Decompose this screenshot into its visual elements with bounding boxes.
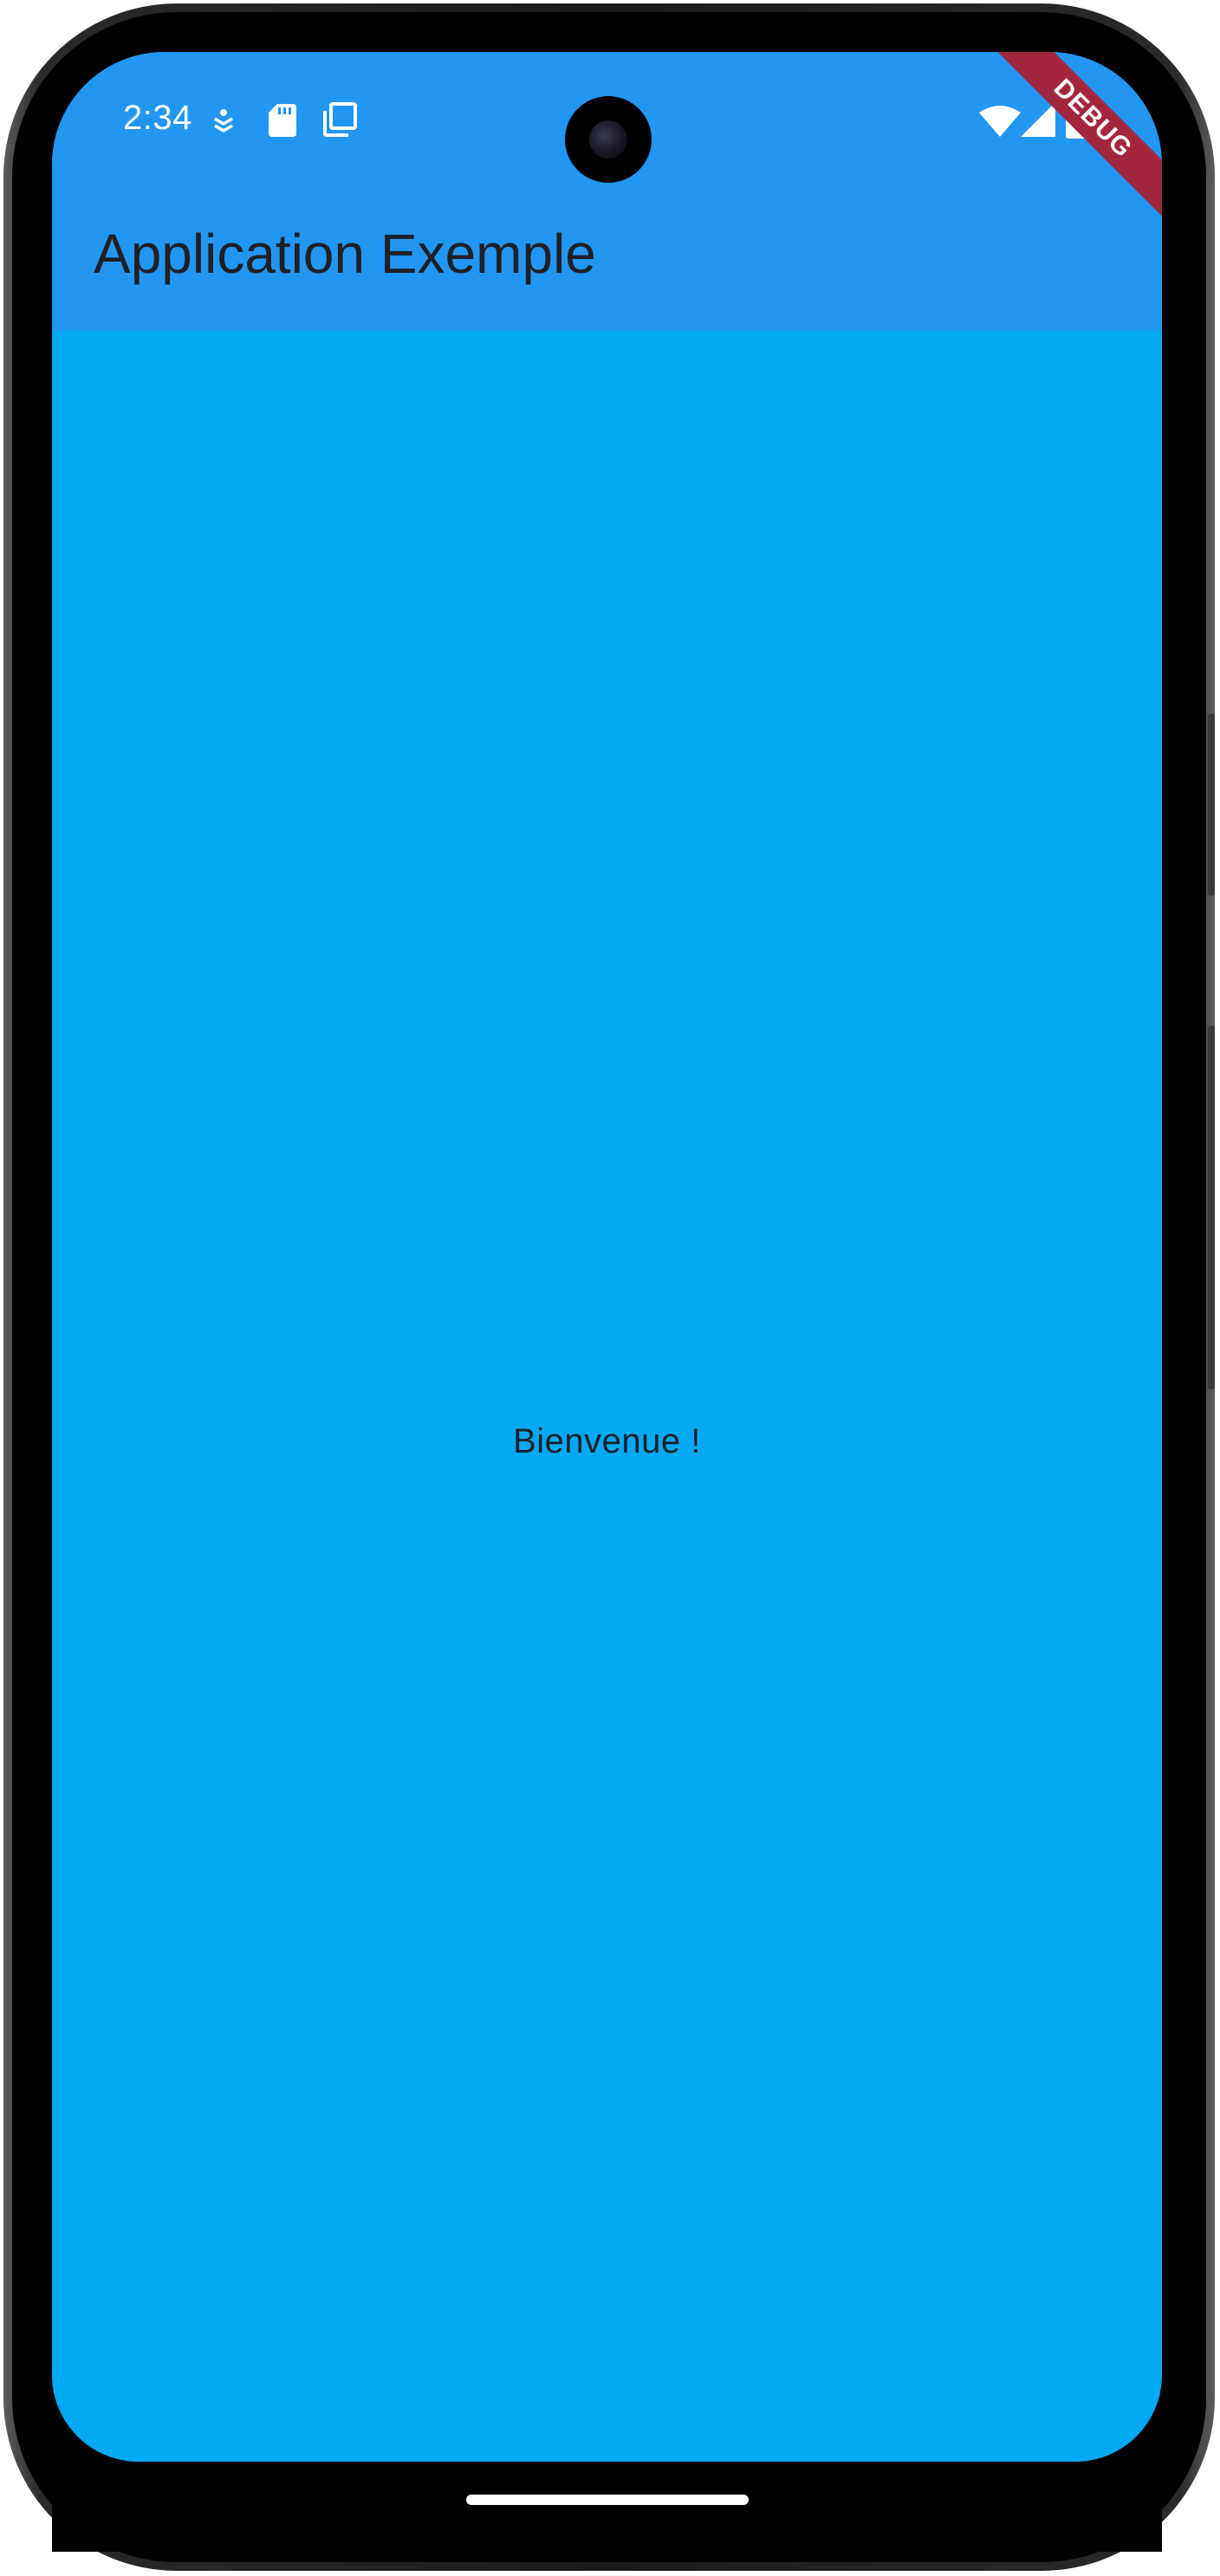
copy-icon bbox=[323, 102, 357, 137]
page-body: Bienvenue ! bbox=[52, 331, 1162, 2462]
wifi-icon bbox=[979, 106, 1021, 137]
sd-card-icon bbox=[269, 104, 296, 137]
app-bar: 2:34 Application Exemple bbox=[52, 52, 1162, 331]
front-camera bbox=[565, 96, 652, 183]
signal-icon bbox=[1021, 102, 1055, 137]
camera-lens bbox=[589, 120, 627, 159]
status-time: 2:34 bbox=[123, 99, 192, 137]
power-button bbox=[1208, 1026, 1215, 1389]
volume-button bbox=[1208, 714, 1215, 896]
phone-screen: 2:34 Application Exemple DEBUG Bienvenue… bbox=[52, 52, 1162, 2462]
home-indicator[interactable] bbox=[466, 2495, 749, 2505]
app-bar-title: Application Exemple bbox=[94, 223, 596, 285]
navigation-bar bbox=[52, 2462, 1162, 2552]
welcome-message: Bienvenue ! bbox=[513, 1422, 701, 1460]
accessibility-icon bbox=[214, 109, 233, 133]
